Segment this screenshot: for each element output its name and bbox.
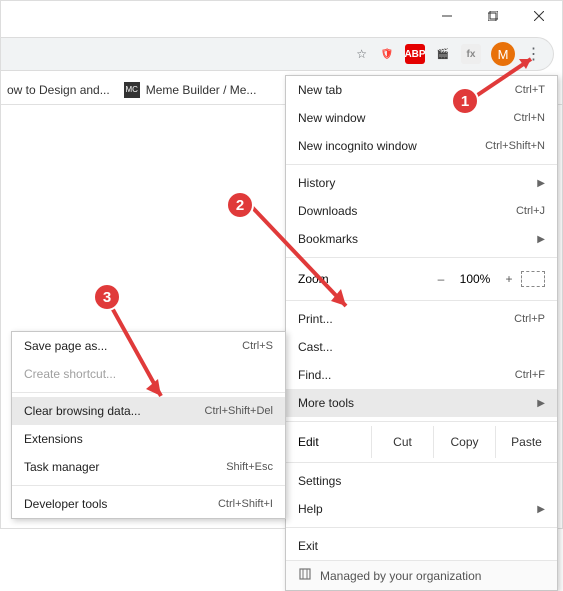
menu-item-cast[interactable]: Cast... [286,333,557,361]
cut-button[interactable]: Cut [371,426,433,458]
menu-item-more-tools[interactable]: More tools▶ [286,389,557,417]
profile-avatar[interactable]: M [491,42,515,66]
managed-by-org[interactable]: Managed by your organization [286,560,557,590]
submenu-item-dev-tools[interactable]: Developer toolsCtrl+Shift+I [12,490,285,518]
menu-separator [12,392,285,393]
submenu-item-task-manager[interactable]: Task managerShift+Esc [12,453,285,481]
annotation-badge-3: 3 [93,283,121,311]
chevron-right-icon: ▶ [537,234,545,245]
menu-item-exit[interactable]: Exit [286,532,557,560]
menu-item-new-incognito[interactable]: New incognito windowCtrl+Shift+N [286,132,557,160]
menu-item-new-window[interactable]: New windowCtrl+N [286,104,557,132]
submenu-item-create-shortcut: Create shortcut... [12,360,285,388]
menu-item-history[interactable]: History▶ [286,169,557,197]
bookmark-item[interactable]: MC Meme Builder / Me... [124,82,257,98]
menu-item-help[interactable]: Help▶ [286,495,557,523]
chevron-right-icon: ▶ [537,178,545,189]
menu-item-find[interactable]: Find...Ctrl+F [286,361,557,389]
menu-separator [286,421,557,422]
zoom-value: 100% [453,272,497,286]
window-controls [424,1,562,31]
menu-separator [286,164,557,165]
menu-separator [286,257,557,258]
menu-item-edit-row: Edit Cut Copy Paste [286,426,557,458]
close-button[interactable] [516,1,562,31]
menu-separator [12,485,285,486]
menu-item-zoom: Zoom – 100% + [286,262,557,296]
bookmark-label: Meme Builder / Me... [146,83,257,97]
extension-icon-abp[interactable]: ABP [405,44,425,64]
paste-button[interactable]: Paste [495,426,557,458]
minimize-button[interactable] [424,1,470,31]
menu-dots-icon[interactable]: ⋮ [521,42,545,66]
menu-item-settings[interactable]: Settings [286,467,557,495]
bookmark-star-icon[interactable]: ☆ [356,47,367,61]
fullscreen-icon[interactable] [521,271,545,287]
submenu-item-clear-data[interactable]: Clear browsing data...Ctrl+Shift+Del [12,397,285,425]
menu-item-bookmarks[interactable]: Bookmarks▶ [286,225,557,253]
chevron-right-icon: ▶ [537,504,545,515]
menu-separator [286,527,557,528]
edit-label: Edit [286,426,371,458]
zoom-in-button[interactable]: + [497,272,521,286]
toolbar: ☆ 🛡 ABP 🎬 fx M ⋮ [1,37,554,71]
submenu-item-extensions[interactable]: Extensions [12,425,285,453]
menu-separator [286,462,557,463]
zoom-out-button[interactable]: – [429,272,453,286]
more-tools-submenu: Save page as...Ctrl+S Create shortcut...… [11,331,286,519]
annotation-badge-2: 2 [226,191,254,219]
chrome-main-menu: New tabCtrl+T New windowCtrl+N New incog… [285,75,558,591]
extension-icon-fx[interactable]: fx [461,44,481,64]
menu-item-downloads[interactable]: DownloadsCtrl+J [286,197,557,225]
extension-icon-video[interactable]: 🎬 [433,44,453,64]
chevron-right-icon: ▶ [537,398,545,409]
bookmark-item[interactable]: ow to Design and... [7,83,110,97]
maximize-button[interactable] [470,1,516,31]
extension-icon-shield[interactable]: 🛡 [377,44,397,64]
bookmark-label: ow to Design and... [7,83,110,97]
copy-button[interactable]: Copy [433,426,495,458]
menu-item-new-tab[interactable]: New tabCtrl+T [286,76,557,104]
menu-separator [286,300,557,301]
submenu-item-save-page[interactable]: Save page as...Ctrl+S [12,332,285,360]
bookmark-favicon: MC [124,82,140,98]
annotation-badge-1: 1 [451,87,479,115]
organization-icon [298,567,312,584]
menu-item-print[interactable]: Print...Ctrl+P [286,305,557,333]
